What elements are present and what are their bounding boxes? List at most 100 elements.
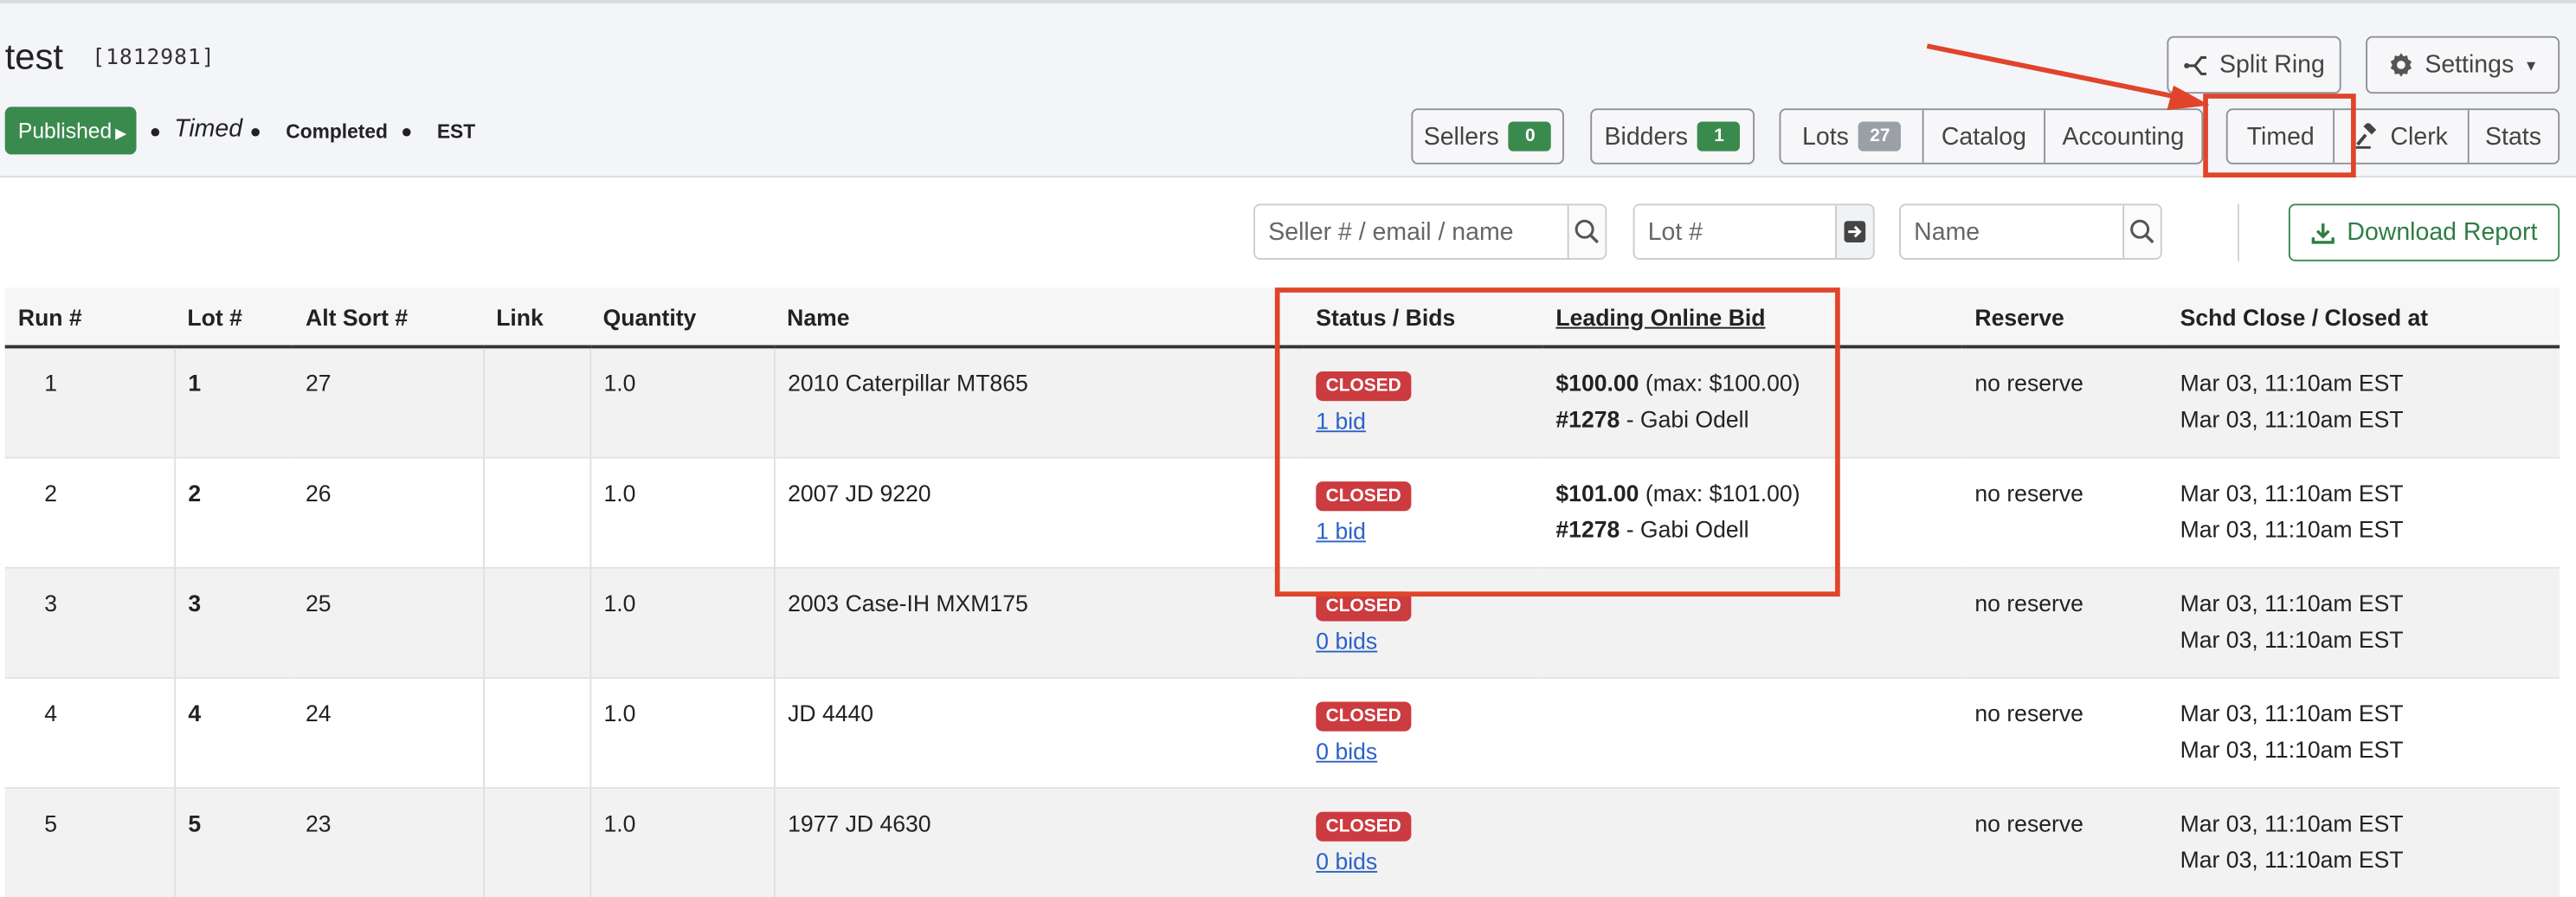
- reserve: no reserve: [1961, 565, 2167, 677]
- quantity: 1.0: [589, 676, 774, 788]
- name-search-group: [1899, 203, 2162, 260]
- highlight-box: [1274, 287, 1840, 597]
- auction-timezone: EST: [436, 119, 476, 144]
- lot-name[interactable]: 2010 Caterpillar MT865: [773, 345, 1304, 457]
- alt-sort: 23: [292, 786, 484, 897]
- link-cell: [482, 676, 590, 788]
- scheduled-close: Mar 03, 11:10am EST: [2180, 699, 2404, 726]
- catalog-button[interactable]: Catalog: [1922, 110, 2043, 163]
- column-header-link: Link: [483, 287, 590, 349]
- split-icon: [2183, 55, 2206, 74]
- sellers-label: Sellers: [1423, 122, 1499, 151]
- lot-number: 3: [173, 565, 293, 677]
- auction-status: Completed: [286, 119, 388, 144]
- name-search-input[interactable]: [1900, 205, 2123, 258]
- column-header-close[interactable]: Schd Close / Closed at: [2167, 287, 2560, 349]
- table-row: 4 4 24 1.0 JD 4440 CLOSED 0 bids no reserve Mar …: [4, 676, 2560, 788]
- scheduled-close: Mar 03, 11:10am EST: [2180, 479, 2404, 506]
- alt-sort: 27: [292, 345, 484, 457]
- lots-button[interactable]: Lots 27: [1781, 110, 1922, 163]
- column-header-run[interactable]: Run #: [4, 287, 175, 349]
- separator-dot: [251, 128, 260, 137]
- close-time-cell: Mar 03, 11:10am EST Mar 03, 11:10am EST: [2167, 565, 2560, 677]
- separator-dot: [402, 128, 411, 137]
- sellers-button[interactable]: Sellers 0: [1411, 108, 1564, 165]
- page: test [1812981] Published ▶ Timed Complete…: [0, 0, 2576, 897]
- bidders-count-badge: 1: [1697, 121, 1741, 152]
- settings-button[interactable]: Settings ▼: [2366, 35, 2560, 94]
- close-time-cell: Mar 03, 11:10am EST Mar 03, 11:10am EST: [2167, 786, 2560, 897]
- column-header-alt-sort[interactable]: Alt Sort #: [292, 287, 484, 349]
- alt-sort: 25: [292, 565, 484, 677]
- status-badge: CLOSED: [1316, 810, 1412, 841]
- leading-bid-cell: [1542, 676, 1962, 788]
- column-header-lot[interactable]: Lot #: [174, 287, 293, 349]
- download-report-button[interactable]: Download Report: [2288, 203, 2560, 261]
- quantity: 1.0: [589, 345, 774, 457]
- closed-at: Mar 03, 11:10am EST: [2180, 735, 2404, 762]
- auction-id: [1812981]: [92, 46, 216, 71]
- column-header-reserve: Reserve: [1961, 287, 2167, 349]
- sellers-count-badge: 0: [1509, 121, 1552, 152]
- seller-search-input[interactable]: [1255, 205, 1568, 258]
- link-cell: [482, 786, 590, 897]
- reserve: no reserve: [1961, 345, 2167, 457]
- lots-count-badge: 27: [1858, 121, 1902, 152]
- caret-down-icon: ▼: [2523, 56, 2539, 74]
- bids-link[interactable]: 0 bids: [1316, 842, 1530, 879]
- search-icon: [1575, 219, 1600, 244]
- download-icon: [2310, 223, 2334, 243]
- gear-icon: [2390, 53, 2412, 77]
- closed-at: Mar 03, 11:10am EST: [2180, 625, 2404, 652]
- scheduled-close: Mar 03, 11:10am EST: [2180, 589, 2404, 616]
- alt-sort: 24: [292, 676, 484, 788]
- caret-right-icon: ▶: [115, 125, 127, 142]
- auction-type: Timed: [174, 114, 243, 144]
- seller-search-group: [1253, 203, 1607, 260]
- alt-sort: 26: [292, 455, 484, 567]
- run-number: 2: [4, 455, 175, 567]
- status-cell: CLOSED 0 bids: [1303, 786, 1543, 897]
- lot-name[interactable]: 2003 Case-IH MXM175: [773, 565, 1304, 677]
- stats-button[interactable]: Stats: [2466, 110, 2558, 163]
- search-icon: [2130, 219, 2154, 244]
- lot-name[interactable]: JD 4440: [773, 676, 1304, 788]
- seller-search-button[interactable]: [1567, 205, 1606, 258]
- bidders-button[interactable]: Bidders 1: [1590, 108, 1755, 165]
- bids-link[interactable]: 0 bids: [1316, 732, 1530, 769]
- lot-name[interactable]: 2007 JD 9220: [773, 455, 1304, 567]
- lot-number-input[interactable]: [1634, 205, 1836, 258]
- split-ring-button[interactable]: Split Ring: [2167, 35, 2341, 94]
- bids-link[interactable]: 0 bids: [1316, 622, 1530, 658]
- close-time-cell: Mar 03, 11:10am EST Mar 03, 11:10am EST: [2167, 345, 2560, 457]
- run-number: 3: [4, 565, 175, 677]
- separator-dot: [151, 128, 160, 137]
- closed-at: Mar 03, 11:10am EST: [2180, 845, 2404, 872]
- lot-jump-group: [1633, 203, 1875, 260]
- quantity: 1.0: [589, 455, 774, 567]
- lots-label: Lots: [1802, 122, 1849, 151]
- quantity: 1.0: [589, 786, 774, 897]
- settings-label: Settings: [2425, 50, 2515, 80]
- arrow-right-square-icon: [1844, 221, 1866, 242]
- published-button[interactable]: Published ▶: [4, 106, 137, 155]
- quantity: 1.0: [589, 565, 774, 677]
- reserve: no reserve: [1961, 786, 2167, 897]
- close-time-cell: Mar 03, 11:10am EST Mar 03, 11:10am EST: [2167, 676, 2560, 788]
- reserve: no reserve: [1961, 455, 2167, 567]
- column-header-quantity[interactable]: Quantity: [589, 287, 774, 349]
- column-header-name[interactable]: Name: [773, 287, 1304, 349]
- reserve: no reserve: [1961, 676, 2167, 788]
- lot-number: 1: [173, 345, 293, 457]
- lot-name[interactable]: 1977 JD 4630: [773, 786, 1304, 897]
- run-number: 4: [4, 676, 175, 788]
- run-number: 5: [4, 786, 175, 897]
- run-number: 1: [4, 345, 175, 457]
- scheduled-close: Mar 03, 11:10am EST: [2180, 370, 2404, 397]
- download-report-label: Download Report: [2347, 218, 2538, 247]
- scheduled-close: Mar 03, 11:10am EST: [2180, 809, 2404, 836]
- name-search-button[interactable]: [2122, 205, 2161, 258]
- accounting-button[interactable]: Accounting: [2043, 110, 2202, 163]
- close-time-cell: Mar 03, 11:10am EST Mar 03, 11:10am EST: [2167, 455, 2560, 567]
- lot-go-button[interactable]: [1835, 205, 1873, 258]
